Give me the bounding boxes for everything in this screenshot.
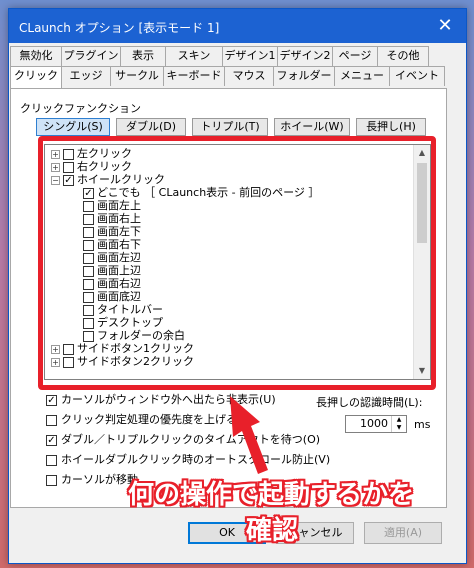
long-press-unit: ms bbox=[414, 418, 431, 431]
tab-menu[interactable]: メニュー bbox=[334, 66, 390, 86]
tab-design1[interactable]: デザイン1 bbox=[222, 46, 278, 66]
annotation-line-2: 確認 bbox=[246, 516, 299, 546]
spinner-icon[interactable]: ▲ ▼ bbox=[391, 416, 406, 432]
checkbox[interactable] bbox=[46, 414, 57, 426]
checkbox-checked[interactable]: ✓ bbox=[46, 394, 57, 406]
tab-circle[interactable]: サークル bbox=[110, 66, 164, 86]
apply-button[interactable]: 適用(A) bbox=[364, 522, 442, 544]
option-cursor-move[interactable]: カーソルが移動 bbox=[46, 472, 138, 488]
window-title: CLaunch オプション [表示モード 1] bbox=[19, 21, 220, 35]
tab-row-bottom: クリック エッジ サークル キーボード マウス フォルダー メニュー イベント bbox=[10, 66, 445, 88]
tab-other[interactable]: その他 bbox=[377, 46, 429, 66]
checkbox-checked[interactable]: ✓ bbox=[46, 434, 57, 446]
tab-keyboard[interactable]: キーボード bbox=[163, 66, 225, 86]
tab-event[interactable]: イベント bbox=[389, 66, 445, 86]
tab-mouse[interactable]: マウス bbox=[224, 66, 274, 86]
tab-folder[interactable]: フォルダー bbox=[273, 66, 335, 86]
subtab-triple[interactable]: トリプル(T) bbox=[192, 118, 268, 136]
tab-click[interactable]: クリック bbox=[10, 66, 62, 88]
tab-edge[interactable]: エッジ bbox=[61, 66, 111, 86]
subtab-wheel[interactable]: ホイール(W) bbox=[274, 118, 350, 136]
checkbox[interactable] bbox=[46, 454, 57, 466]
close-icon[interactable]: ✕ bbox=[434, 15, 456, 37]
long-press-label: 長押しの認識時間(L): bbox=[316, 396, 423, 409]
tab-page[interactable]: ページ bbox=[332, 46, 378, 66]
tab-skin[interactable]: スキン bbox=[165, 46, 223, 66]
tab-row-top: 無効化 プラグイン 表示 スキン デザイン1 デザイン2 ページ その他 bbox=[10, 46, 429, 66]
tab-display[interactable]: 表示 bbox=[120, 46, 166, 66]
checkbox[interactable] bbox=[46, 474, 57, 486]
subtab-double[interactable]: ダブル(D) bbox=[116, 118, 186, 136]
annotation-arrow-icon bbox=[230, 396, 268, 474]
highlight-box bbox=[38, 136, 436, 390]
tab-plugin[interactable]: プラグイン bbox=[61, 46, 121, 66]
subtab-single[interactable]: シングル(S) bbox=[36, 118, 110, 136]
subtab-long-press[interactable]: 長押し(H) bbox=[356, 118, 426, 136]
tab-disable[interactable]: 無効化 bbox=[10, 46, 62, 66]
annotation-line-1: 何の操作で起動するかを bbox=[128, 480, 415, 510]
option-autoscroll[interactable]: ホイールダブルクリック時のオートスクロール防止(V) bbox=[46, 452, 330, 468]
tab-design2[interactable]: デザイン2 bbox=[277, 46, 333, 66]
long-press-input[interactable]: 1000 ▲ ▼ bbox=[345, 415, 407, 433]
title-bar[interactable]: CLaunch オプション [表示モード 1] ✕ bbox=[9, 9, 466, 43]
click-type-tabs: シングル(S) ダブル(D) トリプル(T) ホイール(W) 長押し(H) bbox=[36, 118, 432, 138]
group-label: クリックファンクション bbox=[18, 100, 143, 116]
